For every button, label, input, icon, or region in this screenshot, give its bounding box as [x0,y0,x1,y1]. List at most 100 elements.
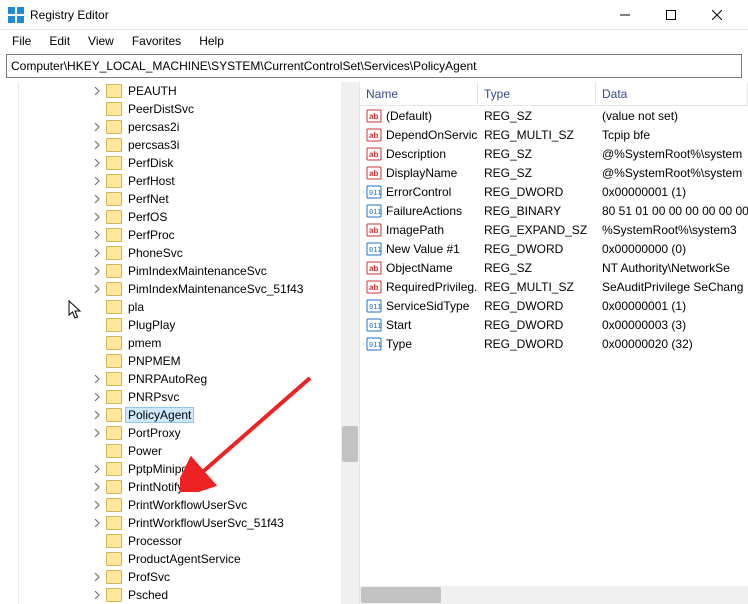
chevron-right-icon[interactable] [90,498,104,512]
chevron-right-icon[interactable] [90,192,104,206]
list-row[interactable]: 011StartREG_DWORD0x00000003 (3) [360,315,748,334]
chevron-right-icon[interactable] [90,156,104,170]
chevron-right-icon[interactable] [90,210,104,224]
address-bar[interactable]: Computer\HKEY_LOCAL_MACHINE\SYSTEM\Curre… [6,54,742,78]
list-h-scrollbar[interactable] [360,586,748,604]
menu-file[interactable]: File [4,32,39,50]
value-data: 0x00000000 (0) [596,242,748,256]
chevron-right-icon[interactable] [90,372,104,386]
tree-scrollbar[interactable] [341,82,359,604]
chevron-right-icon[interactable] [90,174,104,188]
list-row[interactable]: abDependOnServiceREG_MULTI_SZTcpip bfe [360,125,748,144]
chevron-right-icon[interactable] [90,570,104,584]
chevron-right-icon[interactable] [90,588,104,602]
chevron-right-icon[interactable] [90,318,104,332]
tree-item[interactable]: PerfDisk [0,154,341,172]
list-h-scroll-thumb[interactable] [361,587,441,603]
tree-item[interactable]: PptpMiniport [0,460,341,478]
tree-item[interactable]: PolicyAgent [0,406,341,424]
menu-edit[interactable]: Edit [41,32,78,50]
list-row[interactable]: 011New Value #1REG_DWORD0x00000000 (0) [360,239,748,258]
tree-item-label: PptpMiniport [126,462,197,476]
chevron-right-icon[interactable] [90,102,104,116]
list-row[interactable]: 011TypeREG_DWORD0x00000020 (32) [360,334,748,353]
tree-item-label: PerfOS [126,210,169,224]
tree-item[interactable]: PerfNet [0,190,341,208]
list-row[interactable]: 011FailureActionsREG_BINARY80 51 01 00 0… [360,201,748,220]
maximize-button[interactable] [648,0,694,30]
chevron-right-icon[interactable] [90,480,104,494]
chevron-right-icon[interactable] [90,462,104,476]
chevron-right-icon[interactable] [90,408,104,422]
tree-item[interactable]: PerfProc [0,226,341,244]
list-row[interactable]: abDescriptionREG_SZ@%SystemRoot%\system [360,144,748,163]
folder-icon [106,210,122,224]
tree-item[interactable]: PrintWorkflowUserSvc_51f43 [0,514,341,532]
tree-item[interactable]: PNPMEM [0,352,341,370]
menu-help[interactable]: Help [191,32,232,50]
main-area: PEAUTHPeerDistSvc percsas2i percsas3iPerfD… [0,82,748,604]
tree-item[interactable]: pla [0,298,341,316]
tree-item[interactable]: PlugPlay [0,316,341,334]
tree-item[interactable]: PimIndexMaintenanceSvc_51f43 [0,280,341,298]
tree-item[interactable]: PimIndexMaintenanceSvc [0,262,341,280]
tree-item[interactable]: ProfSvc [0,568,341,586]
chevron-right-icon[interactable] [90,228,104,242]
tree-item[interactable]: PerfHost [0,172,341,190]
svg-text:ab: ab [369,112,378,121]
chevron-right-icon[interactable] [90,120,104,134]
list-row[interactable]: abRequiredPrivileg...REG_MULTI_SZSeAudit… [360,277,748,296]
list[interactable]: ab(Default)REG_SZ(value not set)abDepend… [360,106,748,586]
value-data: 0x00000003 (3) [596,318,748,332]
minimize-button[interactable] [602,0,648,30]
list-row[interactable]: abObjectNameREG_SZNT Authority\NetworkSe [360,258,748,277]
tree-item[interactable]: PNRPsvc [0,388,341,406]
tree[interactable]: PEAUTHPeerDistSvc percsas2i percsas3iPerfD… [0,82,341,604]
tree-item[interactable]: percsas2i [0,118,341,136]
chevron-right-icon[interactable] [90,426,104,440]
tree-item[interactable]: PrintNotify [0,478,341,496]
chevron-right-icon[interactable] [90,138,104,152]
tree-item[interactable]: ProductAgentService [0,550,341,568]
value-data: 80 51 01 00 00 00 00 00 00 [596,204,748,218]
tree-scroll-thumb[interactable] [342,426,358,462]
tree-item[interactable]: PerfOS [0,208,341,226]
value-name: ErrorControl [386,185,451,199]
chevron-right-icon[interactable] [90,354,104,368]
list-row[interactable]: abImagePathREG_EXPAND_SZ%SystemRoot%\sys… [360,220,748,239]
chevron-right-icon[interactable] [90,552,104,566]
tree-item[interactable]: PeerDistSvc [0,100,341,118]
value-type: REG_SZ [478,166,596,180]
list-row[interactable]: ab(Default)REG_SZ(value not set) [360,106,748,125]
list-row[interactable]: 011ErrorControlREG_DWORD0x00000001 (1) [360,182,748,201]
chevron-right-icon[interactable] [90,282,104,296]
chevron-right-icon[interactable] [90,336,104,350]
menu-favorites[interactable]: Favorites [124,32,189,50]
column-header-data[interactable]: Data [596,82,748,105]
chevron-right-icon[interactable] [90,84,104,98]
column-header-name[interactable]: Name [360,82,478,105]
tree-item[interactable]: pmem [0,334,341,352]
tree-item[interactable]: PrintWorkflowUserSvc [0,496,341,514]
close-button[interactable] [694,0,740,30]
tree-item[interactable]: Power [0,442,341,460]
tree-item[interactable]: PortProxy [0,424,341,442]
tree-item[interactable]: PNRPAutoReg [0,370,341,388]
tree-item[interactable]: PhoneSvc [0,244,341,262]
chevron-right-icon[interactable] [90,534,104,548]
column-header-type[interactable]: Type [478,82,596,105]
tree-item[interactable]: percsas3i [0,136,341,154]
list-row[interactable]: abDisplayNameREG_SZ@%SystemRoot%\system [360,163,748,182]
chevron-right-icon[interactable] [90,390,104,404]
tree-item[interactable]: Psched [0,586,341,604]
tree-item[interactable]: PEAUTH [0,82,341,100]
chevron-right-icon[interactable] [90,246,104,260]
list-row[interactable]: 011ServiceSidTypeREG_DWORD0x00000001 (1) [360,296,748,315]
chevron-right-icon[interactable] [90,516,104,530]
menu-view[interactable]: View [80,32,122,50]
chevron-right-icon[interactable] [90,264,104,278]
tree-item[interactable]: Processor [0,532,341,550]
chevron-right-icon[interactable] [90,444,104,458]
chevron-right-icon[interactable] [90,300,104,314]
tree-item-label: percsas2i [126,120,181,134]
